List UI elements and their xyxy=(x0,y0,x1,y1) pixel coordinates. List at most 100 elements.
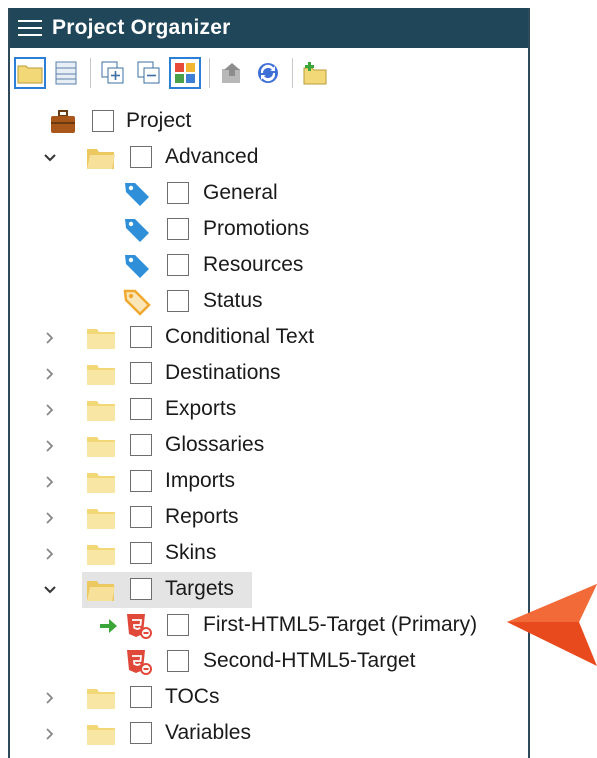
refresh-icon xyxy=(258,63,278,83)
tree-item-exports[interactable]: Exports xyxy=(10,392,520,428)
checkbox[interactable] xyxy=(130,326,152,348)
folder-icon xyxy=(87,329,115,349)
tree-item-destinations[interactable]: Destinations xyxy=(10,356,520,392)
tree-item-label: Reports xyxy=(165,505,239,528)
tree-item-label: Conditional Text xyxy=(165,325,315,348)
blue-tag-icon xyxy=(125,183,149,206)
tree-item-label: Promotions xyxy=(203,217,310,240)
collapse-all-button[interactable] xyxy=(133,57,165,89)
tree-item-skins[interactable]: Skins xyxy=(10,536,520,572)
checkbox[interactable] xyxy=(167,254,189,276)
tree-item-label: Second-HTML5-Target xyxy=(203,649,416,672)
color-grid-icon xyxy=(175,63,195,83)
project-tree: Project Advanced General Promotions Reso… xyxy=(10,104,528,758)
folder-icon xyxy=(87,437,115,457)
toolbar-separator xyxy=(90,58,91,88)
expand-all-button[interactable] xyxy=(97,57,129,89)
tree-item-targets[interactable]: Targets xyxy=(10,572,520,608)
tree-item-label: First-HTML5-Target (Primary) xyxy=(203,613,478,636)
tree-item-label: General xyxy=(203,181,278,204)
html5-target-icon xyxy=(127,650,152,675)
chevron-right-icon[interactable] xyxy=(40,364,60,384)
open-folder-icon xyxy=(87,581,115,601)
tree-item-label: Destinations xyxy=(165,361,281,384)
tree-item-resources[interactable]: Resources xyxy=(10,248,520,284)
new-folder-icon xyxy=(303,62,327,85)
new-folder-button[interactable] xyxy=(299,57,331,89)
window-title: Project Organizer xyxy=(52,16,231,39)
tree-item-label: Imports xyxy=(165,469,236,492)
checkbox[interactable] xyxy=(130,434,152,456)
tree-item-label: Variables xyxy=(165,721,251,744)
checkbox[interactable] xyxy=(130,470,152,492)
chevron-right-icon[interactable] xyxy=(40,436,60,456)
toolbar xyxy=(10,50,528,96)
checkbox[interactable] xyxy=(167,182,189,204)
checkbox[interactable] xyxy=(167,290,189,312)
checkbox[interactable] xyxy=(167,218,189,240)
checkbox[interactable] xyxy=(130,506,152,528)
tree-item-conditional-text[interactable]: Conditional Text xyxy=(10,320,520,356)
open-folder-icon xyxy=(17,65,43,84)
build-button[interactable] xyxy=(216,57,248,89)
project-organizer-panel: Project Organizer Project Advanced Gener… xyxy=(8,8,530,758)
chevron-down-icon[interactable] xyxy=(40,148,60,168)
chevron-right-icon[interactable] xyxy=(40,724,60,744)
tree-item-advanced[interactable]: Advanced xyxy=(10,140,520,176)
blue-tag-icon xyxy=(125,255,149,278)
tree-item-variables[interactable]: Variables xyxy=(10,716,520,752)
collapse-all-icon xyxy=(137,61,160,84)
folder-icon xyxy=(87,689,115,709)
chevron-right-icon[interactable] xyxy=(40,472,60,492)
refresh-button[interactable] xyxy=(252,57,284,89)
primary-arrow-icon xyxy=(100,619,117,633)
blue-tag-icon xyxy=(125,219,149,242)
checkbox[interactable] xyxy=(130,686,152,708)
chevron-down-icon[interactable] xyxy=(40,580,60,600)
tree-item-general[interactable]: General xyxy=(10,176,520,212)
color-grid-button[interactable] xyxy=(169,57,201,89)
callout-arrow-icon xyxy=(507,584,597,666)
tree-item-label: Project xyxy=(126,109,192,132)
expand-all-icon xyxy=(101,61,124,84)
chevron-right-icon[interactable] xyxy=(40,328,60,348)
chevron-right-icon[interactable] xyxy=(40,544,60,564)
tree-item-tocs[interactable]: TOCs xyxy=(10,680,520,716)
tree-item-glossaries[interactable]: Glossaries xyxy=(10,428,520,464)
checkbox[interactable] xyxy=(130,578,152,600)
tree-item-label: Resources xyxy=(203,253,304,276)
checkbox[interactable] xyxy=(167,614,189,636)
checkbox[interactable] xyxy=(130,362,152,384)
tree-item-reports[interactable]: Reports xyxy=(10,500,520,536)
checkbox[interactable] xyxy=(130,542,152,564)
folder-icon xyxy=(87,401,115,421)
toolbar-separator xyxy=(209,58,210,88)
menu-icon[interactable] xyxy=(16,17,44,39)
checkbox[interactable] xyxy=(130,722,152,744)
tree-item-label: Status xyxy=(203,289,263,312)
orange-tag-icon xyxy=(123,289,151,316)
tree-item-project[interactable]: Project xyxy=(10,104,520,140)
open-folder-button[interactable] xyxy=(14,57,46,89)
tree-item-label: Advanced xyxy=(165,145,259,168)
tree-item-first-html5-target[interactable]: First-HTML5-Target (Primary) xyxy=(10,608,520,644)
tree-item-imports[interactable]: Imports xyxy=(10,464,520,500)
tree-item-label: Exports xyxy=(165,397,237,420)
chevron-right-icon[interactable] xyxy=(40,688,60,708)
chevron-right-icon[interactable] xyxy=(40,508,60,528)
tree-item-label: Glossaries xyxy=(165,433,265,456)
table-view-button[interactable] xyxy=(50,57,82,89)
tree-item-second-html5-target[interactable]: Second-HTML5-Target xyxy=(10,644,520,680)
chevron-right-icon[interactable] xyxy=(40,400,60,420)
open-folder-icon xyxy=(87,149,115,169)
folder-icon xyxy=(87,509,115,529)
tree-item-status[interactable]: Status xyxy=(10,284,520,320)
folder-icon xyxy=(87,545,115,565)
checkbox[interactable] xyxy=(92,110,114,132)
html5-target-icon xyxy=(127,614,152,639)
checkbox[interactable] xyxy=(130,146,152,168)
tree-item-promotions[interactable]: Promotions xyxy=(10,212,520,248)
tree-item-label: Skins xyxy=(165,541,217,564)
checkbox[interactable] xyxy=(130,398,152,420)
checkbox[interactable] xyxy=(167,650,189,672)
